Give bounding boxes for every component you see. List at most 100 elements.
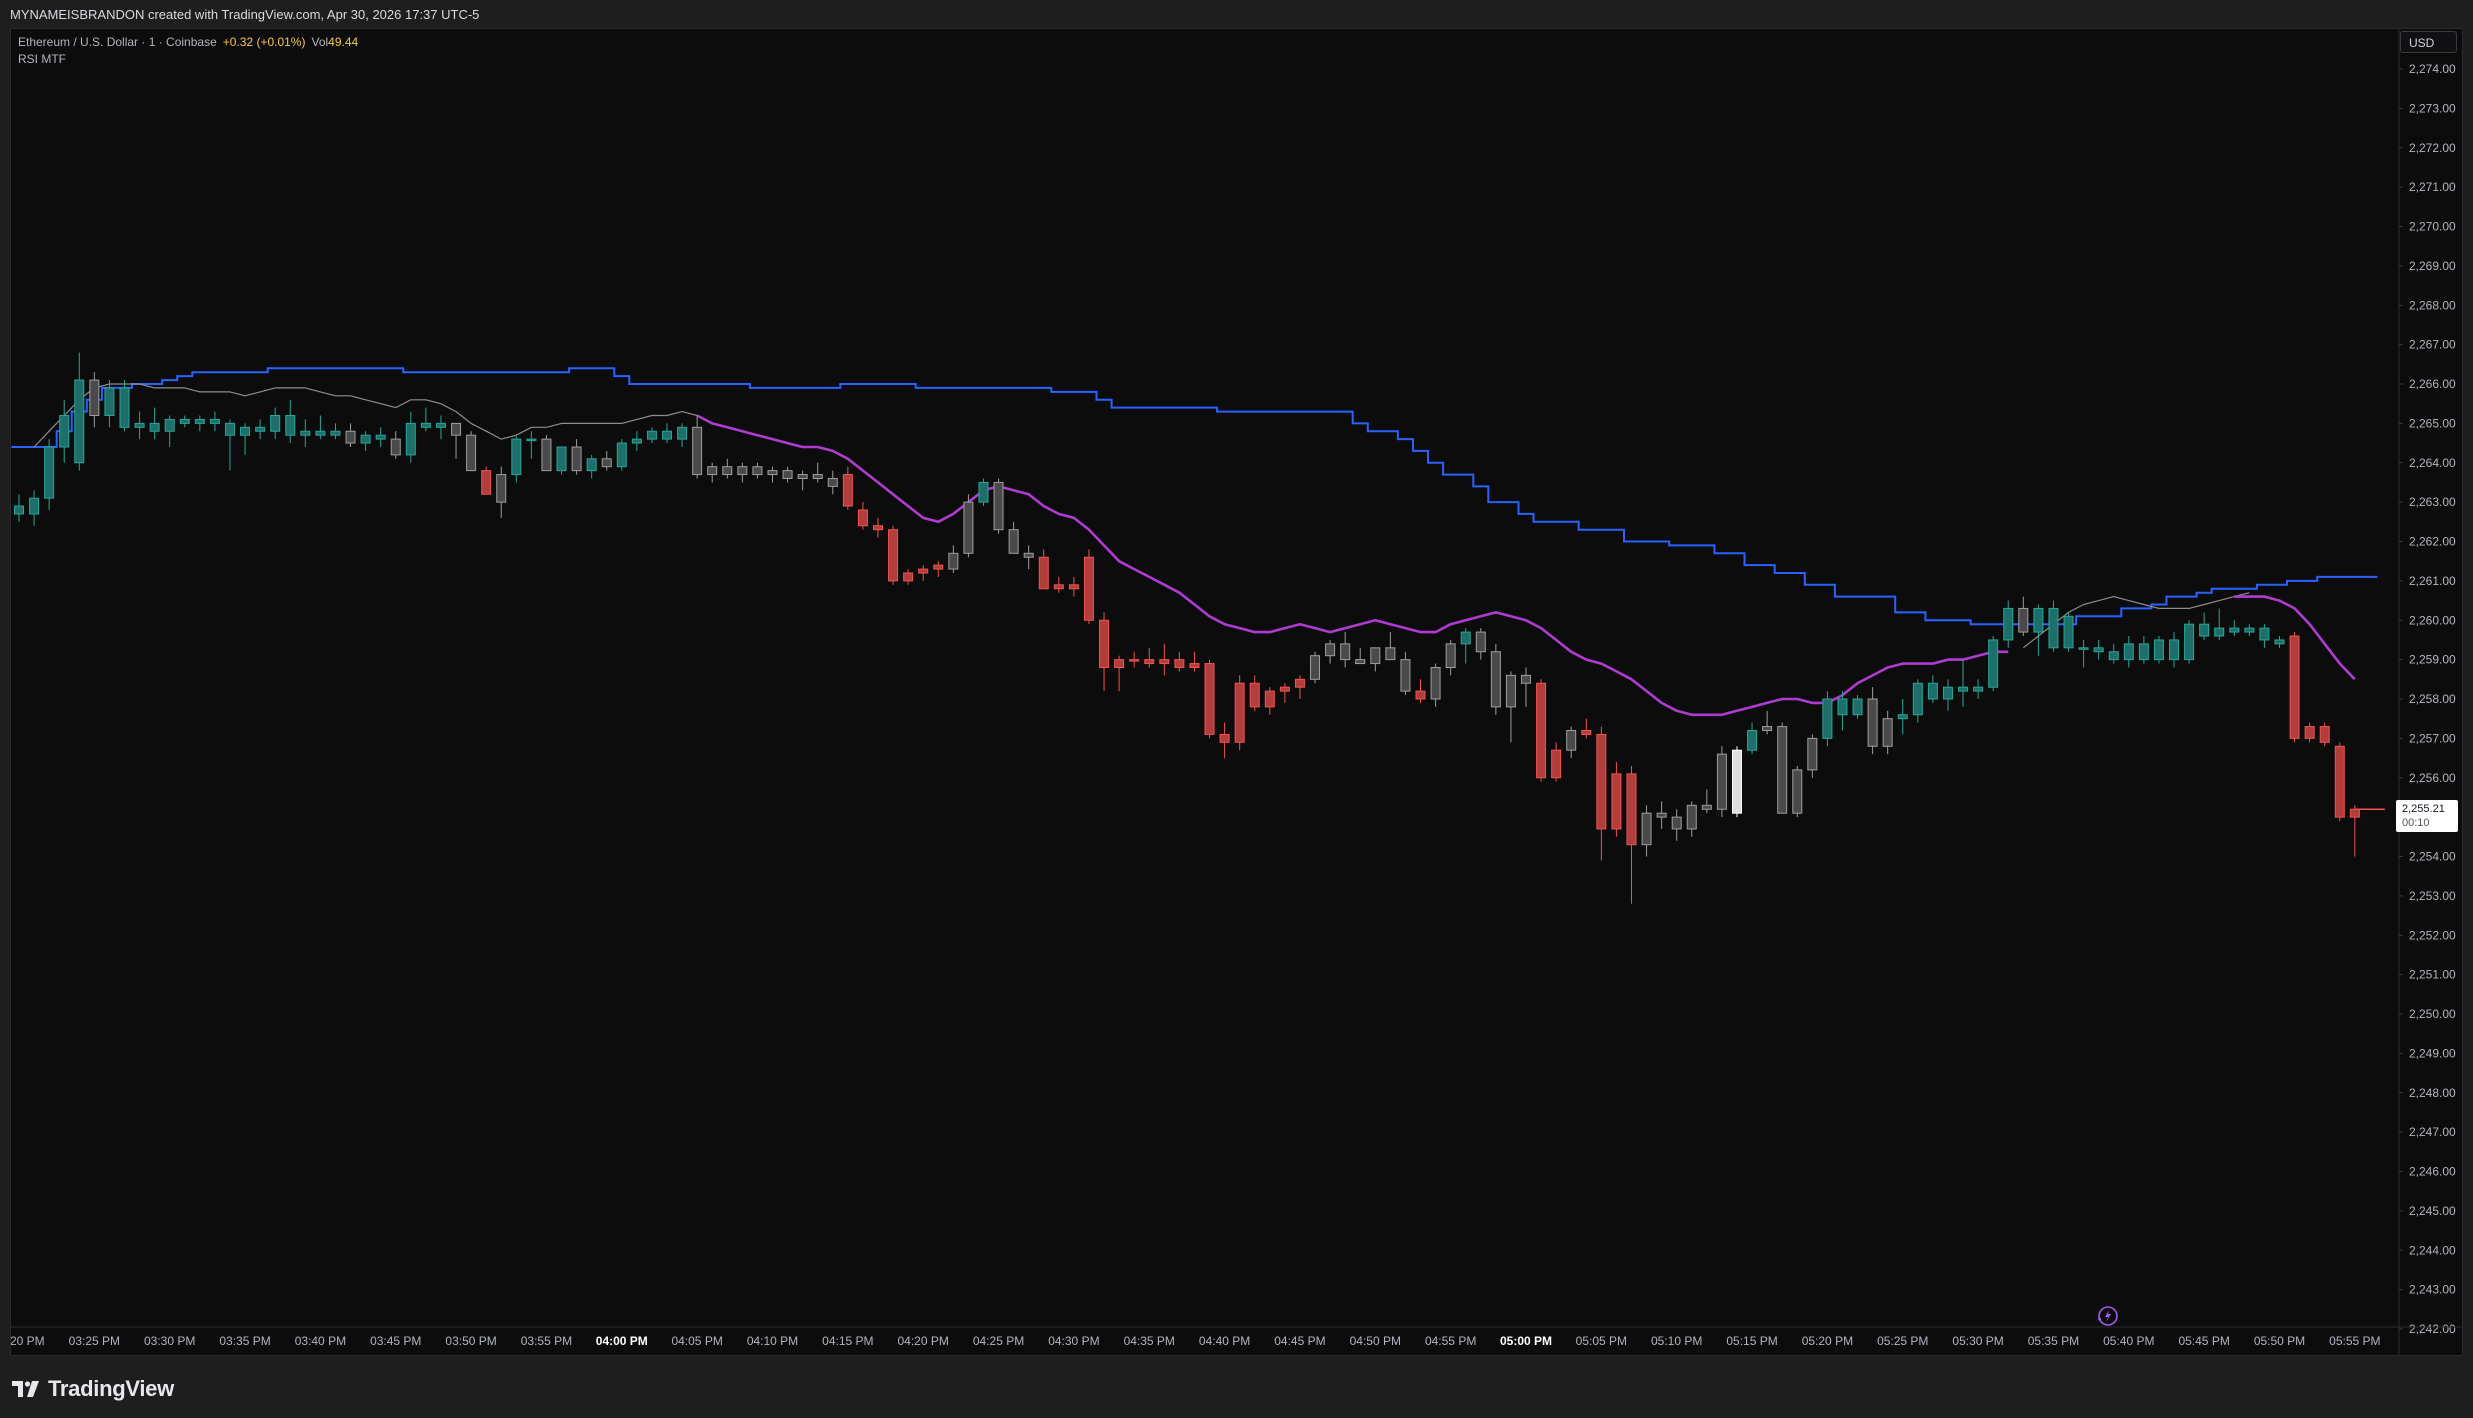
candle-body — [149, 422, 160, 432]
candle — [541, 435, 552, 472]
candle-body — [1656, 812, 1667, 818]
candle-body — [1611, 773, 1622, 830]
candle — [1475, 628, 1486, 660]
candle — [1626, 765, 1637, 904]
candle — [1370, 647, 1381, 672]
candle — [330, 423, 341, 440]
candle-body — [119, 387, 130, 428]
price-tick-label: 2,249.00 — [2409, 1046, 2456, 1060]
price-tick-label: 2,274.00 — [2409, 62, 2456, 76]
candle — [1310, 651, 1321, 684]
time-tick-label: 03:25 PM — [69, 1334, 120, 1348]
candle — [481, 466, 492, 495]
candle — [1294, 675, 1305, 699]
candle-body — [1958, 686, 1969, 692]
candle-body — [1973, 686, 1984, 692]
price-tick-label: 2,251.00 — [2409, 968, 2456, 982]
candle — [2289, 632, 2300, 743]
indicator-name[interactable]: RSI MTF — [18, 51, 358, 68]
volume-value: 49.44 — [328, 35, 359, 49]
candle — [2259, 624, 2270, 648]
candle-body — [1400, 659, 1411, 692]
candle — [435, 415, 446, 440]
candle-body — [1068, 584, 1079, 590]
candle-body — [978, 481, 989, 503]
candle — [646, 427, 657, 444]
candle — [1536, 679, 1547, 782]
candle-body — [1927, 682, 1938, 700]
candle — [616, 439, 627, 471]
price-chart[interactable]: 2,274.00 2,273.00 2,272.00 2,271.00 2,270.00… — [11, 29, 2462, 1355]
candle-body — [1174, 659, 1185, 668]
candle — [1008, 521, 1019, 554]
candle-body — [511, 438, 522, 476]
candle-body — [1581, 730, 1592, 735]
time-tick-label: 04:40 PM — [1199, 1334, 1250, 1348]
candle-body — [1008, 529, 1019, 554]
currency-button[interactable]: USD — [2400, 31, 2457, 53]
candle-body — [194, 418, 205, 424]
candle-body — [2153, 639, 2164, 661]
candle — [2229, 620, 2240, 636]
candle — [1114, 655, 1125, 692]
volume-label: Vol49.44 — [311, 35, 359, 49]
candle — [496, 466, 507, 518]
candle — [2108, 643, 2119, 664]
candle-body — [1897, 714, 1908, 720]
candle — [270, 407, 281, 440]
price-change: +0.32 (+0.01%) — [222, 35, 306, 49]
candle — [586, 454, 597, 479]
candle-body — [722, 466, 733, 476]
candle — [842, 466, 853, 510]
time-tick-label: 04:45 PM — [1274, 1334, 1325, 1348]
candle — [1777, 722, 1788, 814]
candle-body — [2229, 627, 2240, 633]
candle — [1551, 742, 1562, 782]
candle-body — [692, 426, 703, 476]
candle-body — [224, 422, 235, 436]
candle — [1822, 691, 1833, 747]
candle — [360, 431, 371, 451]
time-tick-label: 05:45 PM — [2178, 1334, 2229, 1348]
price-tick-label: 2,257.00 — [2409, 731, 2456, 745]
candle-body — [1566, 730, 1577, 751]
candle-body — [1731, 749, 1742, 814]
candle — [390, 431, 401, 459]
candle-body — [1551, 749, 1562, 779]
candle-body — [2244, 627, 2255, 633]
candle-body — [255, 426, 266, 432]
candle-body — [903, 572, 914, 582]
candle — [1415, 679, 1426, 703]
candle-body — [390, 438, 401, 456]
candle-body — [1415, 690, 1426, 700]
candle — [752, 462, 763, 479]
candle-body — [2078, 647, 2089, 650]
time-tick-label: 04:05 PM — [671, 1334, 722, 1348]
candle-body — [2274, 639, 2285, 645]
candle — [255, 419, 266, 440]
lightning-icon[interactable] — [2095, 1304, 2119, 1328]
symbol-legend-row[interactable]: Ethereum / U.S. Dollar · 1 · Coinbase +0.… — [18, 34, 358, 51]
candle-body — [933, 564, 944, 570]
candle — [1068, 576, 1079, 597]
candle — [194, 415, 205, 432]
candle — [812, 462, 823, 483]
candle — [1400, 651, 1411, 696]
candle-body — [1460, 631, 1471, 645]
candle — [1234, 675, 1245, 751]
candle-body — [1475, 631, 1486, 653]
candle — [918, 565, 929, 581]
candle — [692, 415, 703, 479]
candle — [1038, 549, 1049, 590]
candle — [164, 415, 175, 447]
bottom-bar — [0, 1356, 2473, 1418]
candle-body — [1310, 655, 1321, 680]
time-tick-label: 05:20 PM — [1802, 1334, 1853, 1348]
candle — [1460, 628, 1471, 664]
candle — [240, 423, 251, 455]
candle-body — [993, 481, 1004, 531]
chart-pane[interactable]: 2,274.00 2,273.00 2,272.00 2,271.00 2,270.00… — [10, 28, 2463, 1356]
candle-body — [14, 505, 24, 515]
tradingview-logo[interactable]: TradingView — [12, 1376, 174, 1402]
candle — [2304, 722, 2315, 743]
